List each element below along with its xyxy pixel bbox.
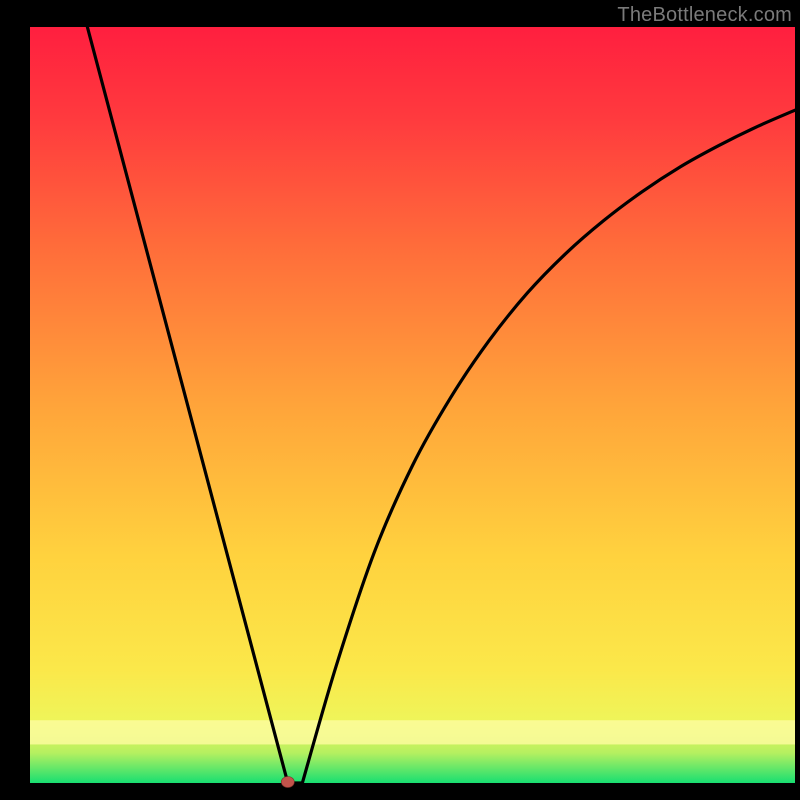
watermark-label: TheBottleneck.com	[617, 4, 792, 27]
min-marker	[281, 777, 294, 788]
chart-svg	[0, 0, 800, 800]
chart-container: TheBottleneck.com	[0, 0, 800, 800]
plot-area	[30, 27, 795, 783]
highlight-band	[30, 720, 795, 744]
